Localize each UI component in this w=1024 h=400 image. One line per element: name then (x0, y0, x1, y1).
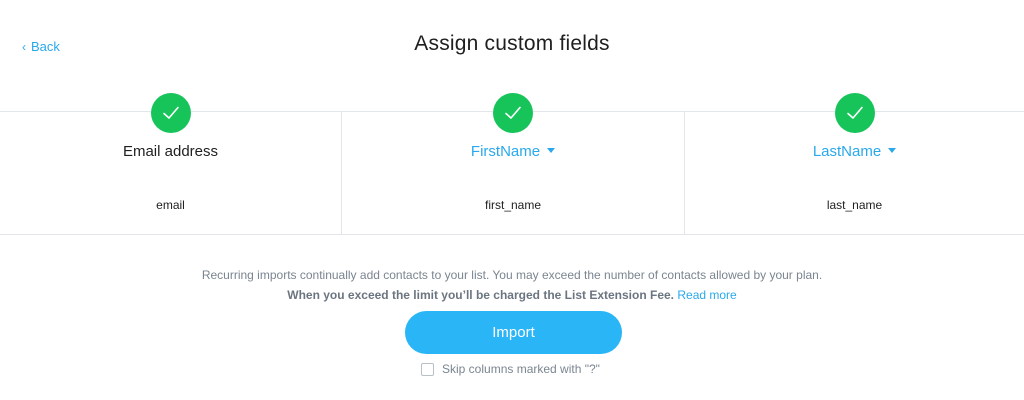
field-select-label: FirstName (470, 143, 541, 160)
field-select-last-name[interactable]: LastName (685, 143, 1024, 160)
page-title: Assign custom fields (414, 32, 610, 55)
import-button[interactable]: Import (405, 311, 622, 354)
field-mapping-columns: Email address email FirstName first_name… (0, 93, 1024, 235)
column-key-last-name: last_name (826, 198, 883, 212)
column-last-name: LastName last_name (685, 93, 1024, 234)
check-icon (150, 93, 191, 133)
field-select-label: LastName (812, 143, 882, 160)
notice-fee-warning: When you exceed the limit you’ll be char… (287, 288, 675, 302)
field-name-email: Email address (122, 143, 219, 160)
caret-down-icon (888, 147, 897, 153)
notice-line-2: When you exceed the limit you’ll be char… (0, 285, 1024, 305)
column-first-name: FirstName first_name (342, 93, 685, 234)
column-email: Email address email (0, 93, 342, 234)
check-icon (493, 93, 533, 133)
column-key-email: email (156, 198, 185, 212)
skip-columns-label: Skip columns marked with "?" (442, 362, 600, 376)
recurring-import-notice: Recurring imports continually add contac… (0, 265, 1024, 305)
column-key-first-name: first_name (484, 198, 542, 212)
skip-columns-checkbox[interactable] (421, 362, 434, 376)
caret-down-icon (547, 147, 556, 153)
check-icon (834, 93, 875, 133)
skip-columns-option[interactable]: Skip columns marked with "?" (421, 362, 600, 376)
field-select-first-name[interactable]: FirstName (342, 143, 684, 160)
read-more-link[interactable]: Read more (677, 288, 736, 302)
notice-line-1: Recurring imports continually add contac… (201, 268, 823, 282)
